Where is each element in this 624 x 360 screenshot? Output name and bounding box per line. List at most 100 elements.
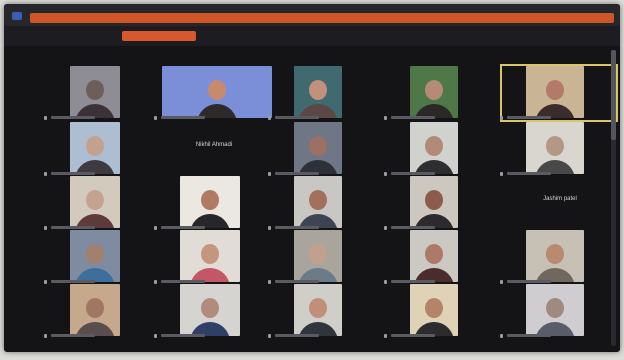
participant-face bbox=[546, 136, 564, 156]
participant-face bbox=[309, 298, 327, 318]
participant-tile[interactable] bbox=[500, 228, 620, 286]
participant-face bbox=[86, 298, 104, 318]
mic-muted-icon bbox=[384, 333, 387, 338]
monitor-screen: Nikhil Ahmadi Jashim patel bbox=[4, 4, 620, 352]
participant-face bbox=[86, 136, 104, 156]
participant-tile[interactable] bbox=[44, 282, 164, 340]
participant-name-blur bbox=[161, 334, 205, 338]
scrollbar-thumb[interactable] bbox=[611, 50, 616, 140]
participant-video bbox=[410, 176, 458, 228]
participant-video bbox=[180, 284, 240, 336]
participant-video bbox=[294, 122, 342, 174]
participant-face bbox=[425, 244, 443, 264]
participant-face bbox=[309, 190, 327, 210]
participant-video bbox=[70, 122, 120, 174]
participant-tile[interactable] bbox=[268, 174, 388, 232]
participant-tile[interactable] bbox=[268, 64, 388, 122]
participant-tile[interactable] bbox=[154, 64, 274, 122]
participant-name-blur bbox=[391, 334, 435, 338]
participant-video bbox=[410, 230, 458, 282]
participant-name-blur bbox=[51, 116, 95, 120]
participant-face bbox=[425, 190, 443, 210]
participant-video bbox=[294, 176, 342, 228]
meeting-banner bbox=[30, 13, 614, 23]
participant-tile[interactable] bbox=[44, 174, 164, 232]
participant-tile[interactable] bbox=[154, 228, 274, 286]
participant-video bbox=[162, 66, 272, 118]
view-menu[interactable] bbox=[32, 31, 112, 41]
participant-video bbox=[70, 230, 120, 282]
participant-tile[interactable] bbox=[44, 120, 164, 178]
participant-tile[interactable] bbox=[154, 174, 274, 232]
participant-face bbox=[201, 190, 219, 210]
participant-name-placeholder: Nikhil Ahmadi bbox=[195, 142, 233, 148]
participant-name-blur bbox=[391, 116, 435, 120]
participant-name-blur bbox=[507, 116, 551, 120]
participant-face bbox=[425, 136, 443, 156]
participant-video bbox=[70, 284, 120, 336]
participant-face bbox=[309, 244, 327, 264]
meeting-toolbar bbox=[4, 26, 620, 46]
participant-tile[interactable] bbox=[268, 282, 388, 340]
recording-indicator[interactable] bbox=[122, 31, 196, 41]
active-speaker-frame bbox=[500, 64, 618, 122]
participant-tile[interactable] bbox=[384, 120, 504, 178]
participant-tile[interactable] bbox=[384, 228, 504, 286]
participant-face bbox=[425, 80, 443, 100]
participant-face bbox=[309, 136, 327, 156]
participant-face bbox=[425, 298, 443, 318]
teams-app-icon bbox=[12, 12, 22, 20]
mic-muted-icon bbox=[268, 333, 271, 338]
grid-scrollbar[interactable] bbox=[611, 50, 616, 346]
participant-tile[interactable] bbox=[44, 64, 164, 122]
mic-muted-icon bbox=[44, 333, 47, 338]
participant-video bbox=[526, 230, 584, 282]
participant-tile[interactable] bbox=[268, 120, 388, 178]
participant-video bbox=[70, 176, 120, 228]
participant-video bbox=[410, 122, 458, 174]
participant-tile[interactable] bbox=[384, 174, 504, 232]
title-bar bbox=[4, 4, 620, 26]
mic-muted-icon bbox=[154, 333, 157, 338]
participant-name-blur bbox=[51, 334, 95, 338]
participant-face bbox=[201, 244, 219, 264]
participant-name-bar bbox=[154, 333, 272, 340]
participant-face bbox=[86, 80, 104, 100]
participant-video bbox=[70, 66, 120, 118]
participant-tile[interactable] bbox=[500, 64, 620, 122]
participant-face bbox=[86, 190, 104, 210]
participant-face bbox=[86, 244, 104, 264]
participant-face bbox=[309, 80, 327, 100]
participant-video bbox=[410, 66, 458, 118]
participant-face bbox=[208, 80, 226, 100]
participant-tile[interactable] bbox=[384, 64, 504, 122]
participant-name-blur bbox=[507, 334, 551, 338]
participant-tile[interactable] bbox=[384, 282, 504, 340]
participant-tile[interactable] bbox=[44, 228, 164, 286]
participant-tile[interactable] bbox=[268, 228, 388, 286]
participant-video bbox=[526, 122, 584, 174]
participant-tile[interactable]: Jashim patel bbox=[500, 174, 620, 232]
participant-name-bar bbox=[44, 333, 162, 340]
participant-name-placeholder: Jashim patel bbox=[543, 196, 577, 202]
participant-tile[interactable] bbox=[500, 120, 620, 178]
mic-muted-icon bbox=[500, 333, 503, 338]
participant-video bbox=[410, 284, 458, 336]
participant-face bbox=[546, 244, 564, 264]
participant-face bbox=[201, 298, 219, 318]
participant-name-bar bbox=[268, 333, 386, 340]
participant-name-blur bbox=[275, 116, 319, 120]
participant-video bbox=[526, 284, 584, 336]
participant-name-blur bbox=[161, 116, 205, 120]
participant-tile[interactable] bbox=[154, 282, 274, 340]
participant-name-blur bbox=[275, 334, 319, 338]
participant-video bbox=[294, 66, 342, 118]
participant-tile[interactable] bbox=[500, 282, 620, 340]
participant-video bbox=[180, 176, 240, 228]
participant-name-bar bbox=[500, 333, 618, 340]
participants-grid: Nikhil Ahmadi Jashim patel bbox=[4, 46, 620, 352]
participant-tile[interactable]: Nikhil Ahmadi bbox=[154, 120, 274, 178]
participant-video bbox=[294, 284, 342, 336]
participant-face bbox=[546, 298, 564, 318]
participant-video bbox=[294, 230, 342, 282]
